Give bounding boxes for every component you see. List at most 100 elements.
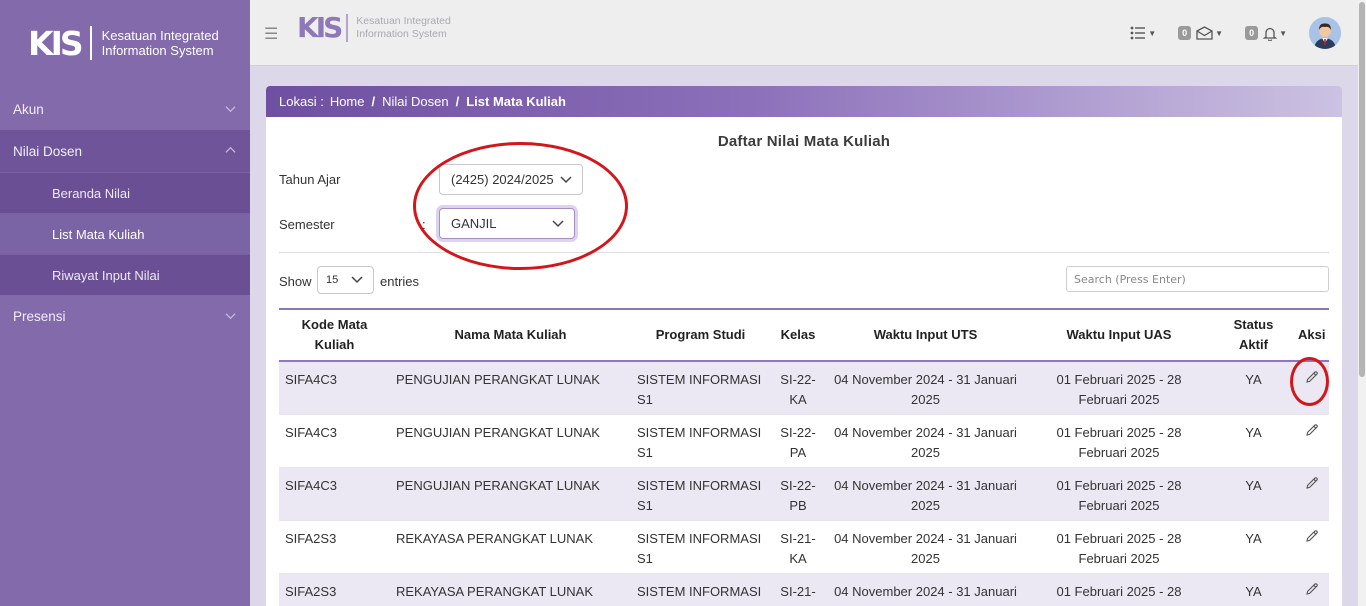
cell-aksi	[1294, 467, 1329, 521]
chevron-down-icon	[225, 313, 236, 320]
col-header-prodi[interactable]: Program Studi	[631, 309, 770, 361]
cell-nama: REKAYASA PERANGKAT LUNAK	[390, 520, 631, 574]
cell-uts: 04 November 2024 - 31 Januari 2025	[826, 414, 1025, 468]
notif-count-badge: 0	[1245, 26, 1259, 40]
col-header-kode[interactable]: Kode Mata Kuliah	[279, 309, 390, 361]
topbar-logo-mark: KIS	[297, 11, 343, 44]
tahun-ajar-label: Tahun Ajar	[279, 172, 341, 187]
cell-prodi: SISTEM INFORMASI S1	[631, 467, 770, 521]
sidebar-item-akun[interactable]: Akun	[0, 88, 250, 130]
table-row: SIFA4C3 PENGUJIAN PERANGKAT LUNAK SISTEM I…	[279, 414, 1329, 468]
sidebar: KIS Kesatuan Integrated Information Syst…	[0, 0, 250, 606]
page-scrollbar[interactable]	[1358, 0, 1366, 606]
list-icon	[1130, 26, 1146, 40]
table-row: SIFA2S3 REKAYASA PERANGKAT LUNAK SISTEM IN…	[279, 573, 1329, 606]
cell-nama: PENGUJIAN PERANGKAT LUNAK	[390, 467, 631, 521]
cell-kode: SIFA2S3	[279, 520, 390, 574]
bell-icon	[1263, 27, 1278, 41]
cell-uas: 01 Februari 2025 - 28 Februari 2025	[1025, 361, 1213, 415]
page-title: Daftar Nilai Mata Kuliah	[717, 133, 891, 150]
mail-count-badge: 0	[1178, 26, 1192, 40]
col-header-kelas[interactable]: Kelas	[770, 309, 826, 361]
topbar-logo-name: Kesatuan Integrated Information System	[356, 15, 451, 41]
cell-kode: SIFA4C3	[279, 414, 390, 468]
breadcrumb-separator: /	[455, 94, 460, 109]
pencil-icon[interactable]	[1305, 476, 1319, 490]
sidebar-item-presensi[interactable]: Presensi	[0, 295, 250, 337]
sidebar-subitem-label: Beranda Nilai	[52, 185, 131, 201]
pencil-icon[interactable]	[1305, 582, 1319, 596]
cell-uas: 01 Februari 2025 - 28 Februari 2025	[1025, 414, 1213, 468]
breadcrumb-separator: /	[371, 94, 376, 109]
semester-label: Semester	[279, 217, 335, 232]
cell-prodi: SISTEM INFORMASI S1	[631, 361, 770, 415]
cell-kelas: SI-22-PB	[770, 467, 826, 521]
breadcrumb-home[interactable]: Home	[330, 94, 365, 109]
topbar: ☰ KIS Kesatuan Integrated Information Sy…	[250, 0, 1358, 66]
breadcrumb-nilai-dosen[interactable]: Nilai Dosen	[382, 94, 448, 109]
brand-logo: KIS	[28, 23, 84, 63]
sidebar-item-beranda-nilai[interactable]: Beranda Nilai	[0, 172, 250, 213]
pencil-icon[interactable]	[1305, 529, 1319, 543]
cell-aksi	[1294, 573, 1329, 606]
topbar-actions: ▼ 0 ▼ 0 ▼	[1130, 0, 1358, 66]
sidebar-brand[interactable]: KIS Kesatuan Integrated Information Syst…	[0, 0, 250, 86]
caret-down-icon: ▼	[1279, 28, 1287, 38]
content-panel: Lokasi : Home / Nilai Dosen / List Mata …	[266, 86, 1342, 606]
cell-nama: PENGUJIAN PERANGKAT LUNAK	[390, 414, 631, 468]
col-header-status[interactable]: Status Aktif	[1213, 309, 1294, 361]
list-menu-button[interactable]: ▼	[1130, 26, 1156, 40]
cell-kode: SIFA4C3	[279, 467, 390, 521]
col-header-aksi: Aksi	[1298, 327, 1326, 342]
user-avatar-icon	[1309, 17, 1341, 49]
sidebar-subitem-label: Riwayat Input Nilai	[52, 267, 160, 283]
topbar-logo[interactable]: KIS Kesatuan Integrated Information Syst…	[297, 11, 451, 44]
breadcrumb-prefix: Lokasi :	[279, 94, 324, 109]
entries-value: 15	[326, 274, 339, 286]
cell-prodi: SISTEM INFORMASI S1	[631, 520, 770, 574]
sidebar-item-label: Nilai Dosen	[13, 143, 83, 159]
cell-uas: 01 Februari 2025 - 28 Februari 2025	[1025, 520, 1213, 574]
cell-kelas: SI-21-KA	[770, 520, 826, 574]
cell-prodi: SISTEM INFORMASI S1	[631, 414, 770, 468]
scrollbar-thumb[interactable]	[1359, 2, 1365, 377]
cell-status: YA	[1213, 520, 1294, 574]
chevron-down-icon	[225, 106, 236, 113]
col-header-status-text: Status Aktif	[1233, 317, 1274, 352]
cell-status: YA	[1213, 414, 1294, 468]
cell-uas: 01 Februari 2025 - 28 Februari 2025	[1025, 467, 1213, 521]
table-header: Kode Mata Kuliah Nama Mata Kuliah Progra…	[279, 309, 1329, 361]
breadcrumb: Lokasi : Home / Nilai Dosen / List Mata …	[266, 86, 1342, 117]
brand-name: Kesatuan Integrated Information System	[102, 28, 219, 58]
hamburger-icon[interactable]: ☰	[264, 24, 278, 44]
messages-button[interactable]: 0 ▼	[1178, 26, 1223, 40]
table-row: SIFA4C3 PENGUJIAN PERANGKAT LUNAK SISTEM I…	[279, 467, 1329, 521]
entries-select[interactable]: 15	[317, 266, 374, 294]
cell-uts: 04 November 2024 - 31 Januari 2025	[826, 361, 1025, 415]
sidebar-item-riwayat-input-nilai[interactable]: Riwayat Input Nilai	[0, 254, 250, 295]
col-header-uas[interactable]: Waktu Input UAS	[1025, 309, 1213, 361]
sidebar-item-list-mata-kuliah[interactable]: List Mata Kuliah	[0, 213, 250, 254]
col-header-nama[interactable]: Nama Mata Kuliah	[390, 309, 631, 361]
chevron-up-icon	[225, 146, 236, 153]
show-label: Show	[279, 274, 312, 289]
table-row: SIFA2S3 REKAYASA PERANGKAT LUNAK SISTEM IN…	[279, 520, 1329, 574]
cell-nama: REKAYASA PERANGKAT LUNAK	[390, 573, 631, 606]
cell-aksi	[1294, 414, 1329, 468]
notifications-button[interactable]: 0 ▼	[1245, 26, 1287, 41]
cell-kelas: SI-22-PA	[770, 414, 826, 468]
pencil-icon[interactable]	[1305, 423, 1319, 437]
topbar-logo-line1: Kesatuan Integrated	[356, 14, 451, 27]
sidebar-item-label: Akun	[13, 101, 44, 117]
cell-uts: 04 November 2024 - 31 Januari 2025	[826, 467, 1025, 521]
entries-label: entries	[380, 274, 420, 289]
cell-status: YA	[1213, 361, 1294, 415]
search-input[interactable]: Search (Press Enter)	[1066, 266, 1329, 292]
cell-status: YA	[1213, 573, 1294, 606]
col-header-uts[interactable]: Waktu Input UTS	[826, 309, 1025, 361]
cell-uts: 04 November 2024 - 31 Januari	[826, 573, 1025, 606]
sidebar-item-nilai-dosen[interactable]: Nilai Dosen	[0, 130, 250, 172]
cell-kode: SIFA2S3	[279, 573, 390, 606]
user-avatar[interactable]	[1309, 17, 1341, 49]
filter-divider	[279, 252, 1329, 253]
